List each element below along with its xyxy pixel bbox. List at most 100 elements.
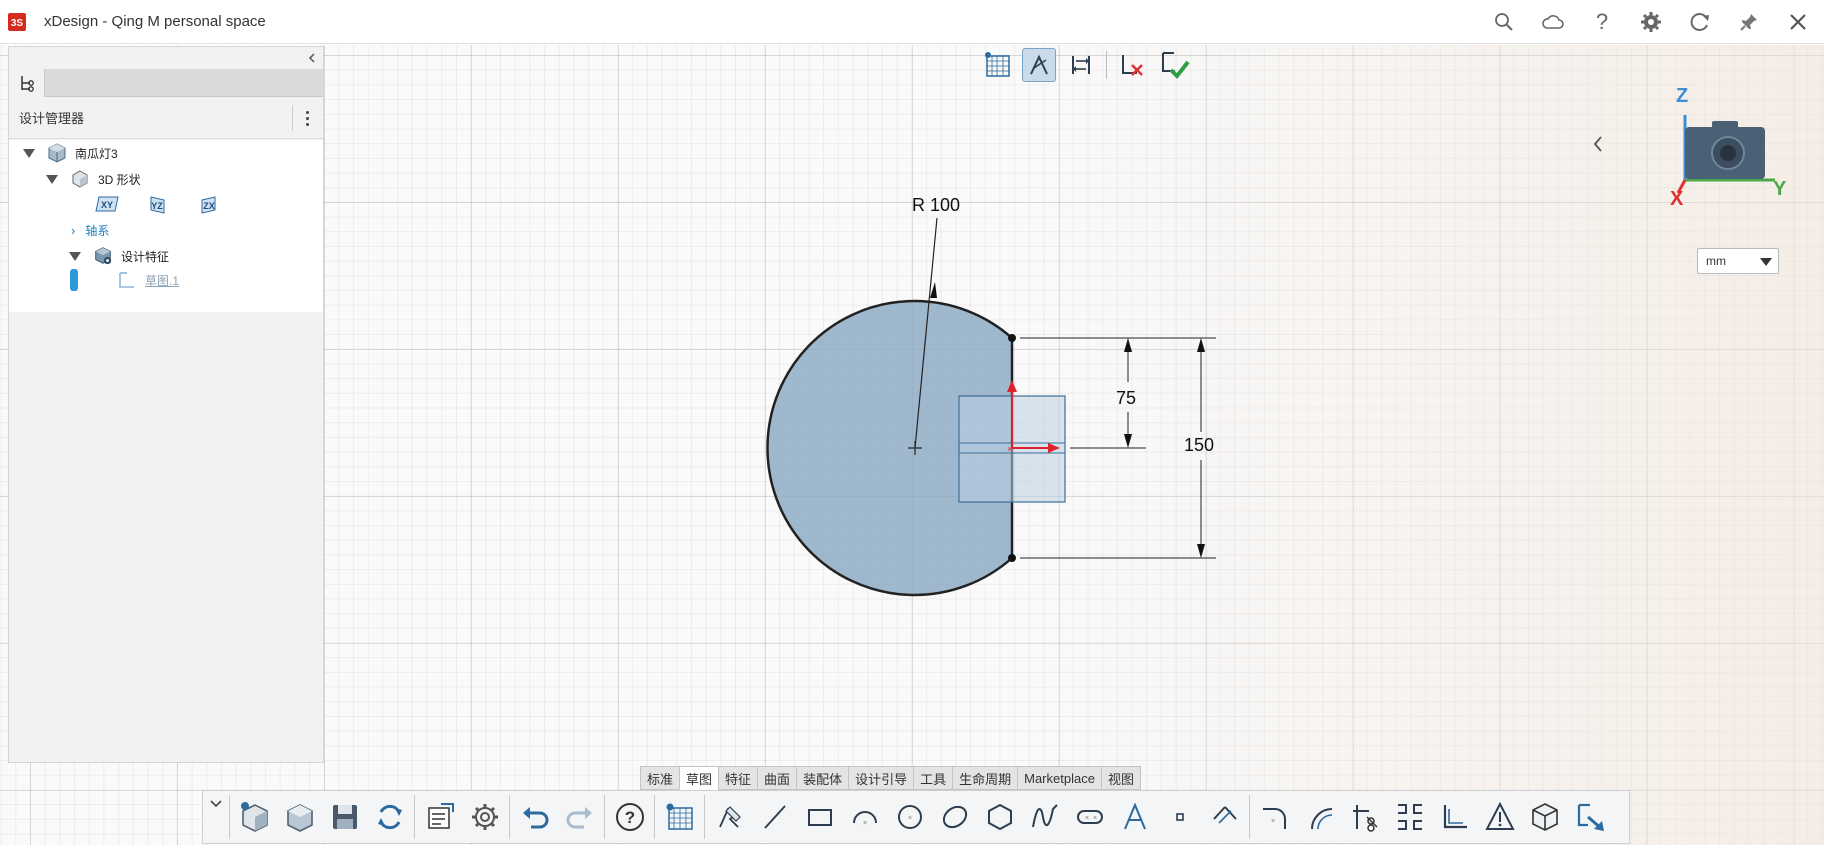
svg-text:×: × (1093, 815, 1097, 822)
svg-text:×: × (1085, 815, 1089, 822)
tree-view-tab[interactable] (9, 69, 45, 97)
expand-icon[interactable] (46, 174, 58, 184)
tab-assembly[interactable]: 装配体 (796, 766, 849, 790)
toolbar-separator (1106, 51, 1107, 79)
sketch-relations-icon[interactable] (1064, 48, 1098, 82)
toolbar-separator (604, 795, 605, 839)
tree-item-label: 南瓜灯3 (75, 146, 118, 161)
search-icon[interactable] (1492, 10, 1516, 34)
rectangle-icon[interactable] (797, 794, 842, 840)
3d-view-cube-icon[interactable] (1522, 794, 1567, 840)
properties-icon[interactable] (417, 794, 462, 840)
tree-item-root[interactable]: 南瓜灯3 (23, 140, 118, 166)
close-icon[interactable] (1786, 10, 1810, 34)
plane-xy-icon[interactable]: XY (94, 195, 120, 213)
sketch-grid-icon[interactable] (980, 48, 1014, 82)
pin-icon[interactable] (1737, 10, 1761, 34)
unit-select[interactable]: mm (1697, 248, 1779, 274)
polygon-icon[interactable] (977, 794, 1022, 840)
tab-standard[interactable]: 标准 (640, 766, 680, 790)
tree-item-sketch[interactable]: 草图.1 (117, 267, 179, 293)
toolbar-separator (509, 795, 510, 839)
line-icon[interactable] (752, 794, 797, 840)
exit-sketch-tool-icon[interactable] (1567, 794, 1612, 840)
more-options-icon[interactable] (301, 109, 313, 127)
sketch-picker-icon[interactable] (707, 794, 752, 840)
tree-item-label: 草图.1 (145, 273, 180, 288)
dimension-icon[interactable] (1202, 794, 1247, 840)
tab-marketplace[interactable]: Marketplace (1017, 766, 1101, 790)
undo-icon[interactable] (512, 794, 557, 840)
tab-features[interactable]: 特征 (718, 766, 758, 790)
refresh-icon[interactable] (1688, 10, 1712, 34)
cloud-icon[interactable] (1541, 10, 1565, 34)
mirror-pattern-icon[interactable] (1387, 794, 1432, 840)
tab-design-guide[interactable]: 设计引导 (848, 766, 914, 790)
rebuild-icon[interactable] (367, 794, 412, 840)
point-icon[interactable] (1157, 794, 1202, 840)
sketch-toolbar (980, 47, 1191, 83)
settings-icon[interactable] (1639, 10, 1663, 34)
tree-item-axes[interactable]: › 轴系 (71, 217, 109, 243)
svg-text:?: ? (624, 808, 634, 827)
collapse-panel-icon[interactable] (305, 51, 319, 65)
redo-icon[interactable] (557, 794, 602, 840)
exit-sketch-icon[interactable] (1157, 48, 1191, 82)
ellipse-icon[interactable] (932, 794, 977, 840)
tab-surface[interactable]: 曲面 (757, 766, 797, 790)
tab-sketch[interactable]: 草图 (679, 766, 719, 790)
save-icon[interactable] (322, 794, 367, 840)
history-marker-icon[interactable] (70, 269, 78, 291)
offset-icon[interactable] (1297, 794, 1342, 840)
plane-yz-icon[interactable]: YZ (147, 195, 173, 214)
3ds-logo-icon[interactable]: 3S (6, 11, 28, 33)
chevron-down-icon[interactable] (205, 794, 227, 840)
trim-icon[interactable] (1342, 794, 1387, 840)
radius-dimension-label[interactable]: R 100 (912, 195, 960, 216)
sketch-plane-icon[interactable] (1477, 794, 1522, 840)
sketch-constraint-icon[interactable] (1022, 48, 1056, 82)
options-gear-icon[interactable] (462, 794, 507, 840)
features-icon (93, 246, 113, 266)
cancel-sketch-icon[interactable] (1115, 48, 1149, 82)
axis-y-label: Y (1773, 178, 1787, 200)
circle-icon[interactable]: × (887, 794, 932, 840)
spline-icon[interactable] (1022, 794, 1067, 840)
svg-text:ZX: ZX (203, 201, 215, 211)
tree-item-design-features[interactable]: 设计特征 (69, 243, 169, 269)
endpoint-bottom (1008, 554, 1016, 562)
arc-icon[interactable]: × (842, 794, 887, 840)
axis-z-label: Z (1676, 85, 1689, 107)
open-part-icon[interactable] (277, 794, 322, 840)
convert-entities-icon[interactable] (1432, 794, 1477, 840)
part-icon (47, 143, 67, 163)
dimension-75-label[interactable]: 75 (1116, 388, 1136, 409)
chevron-left-icon[interactable] (1590, 134, 1606, 154)
expand-icon[interactable] (23, 148, 35, 158)
toolbar-separator (704, 795, 705, 839)
slot-icon[interactable]: × × (1067, 794, 1112, 840)
view-triad[interactable]: Z Y X (1670, 85, 1790, 215)
dimension-150-label[interactable]: 150 (1184, 435, 1214, 456)
panel-title: 设计管理器 (19, 111, 85, 126)
tab-tools[interactable]: 工具 (913, 766, 953, 790)
chevron-right-icon[interactable]: › (71, 223, 75, 238)
tab-view[interactable]: 视图 (1100, 766, 1141, 790)
plane-zx-icon[interactable]: ZX (199, 195, 225, 214)
tree-item-label: 轴系 (85, 223, 110, 238)
new-part-icon[interactable] (232, 794, 277, 840)
tree-item-label: 设计特征 (121, 249, 170, 264)
text-icon[interactable] (1112, 794, 1157, 840)
design-manager-panel: 设计管理器 南瓜灯3 3D 形状 XY YZ ZX › 轴系 设计特征 草图.1 (8, 46, 324, 763)
window-title: xDesign - Qing M personal space (44, 13, 266, 30)
help-icon[interactable]: ? (607, 794, 652, 840)
tree-item-3d-shapes[interactable]: 3D 形状 (46, 166, 141, 192)
title-bar: 3S xDesign - Qing M personal space ? (0, 0, 1824, 44)
panel-tabs (9, 69, 323, 97)
svg-text:3S: 3S (11, 18, 24, 29)
sketch-grid-icon[interactable] (657, 794, 702, 840)
expand-icon[interactable] (69, 251, 81, 261)
tab-lifecycle[interactable]: 生命周期 (952, 766, 1018, 790)
help-icon[interactable]: ? (1590, 9, 1614, 34)
fillet-icon[interactable]: × (1252, 794, 1297, 840)
